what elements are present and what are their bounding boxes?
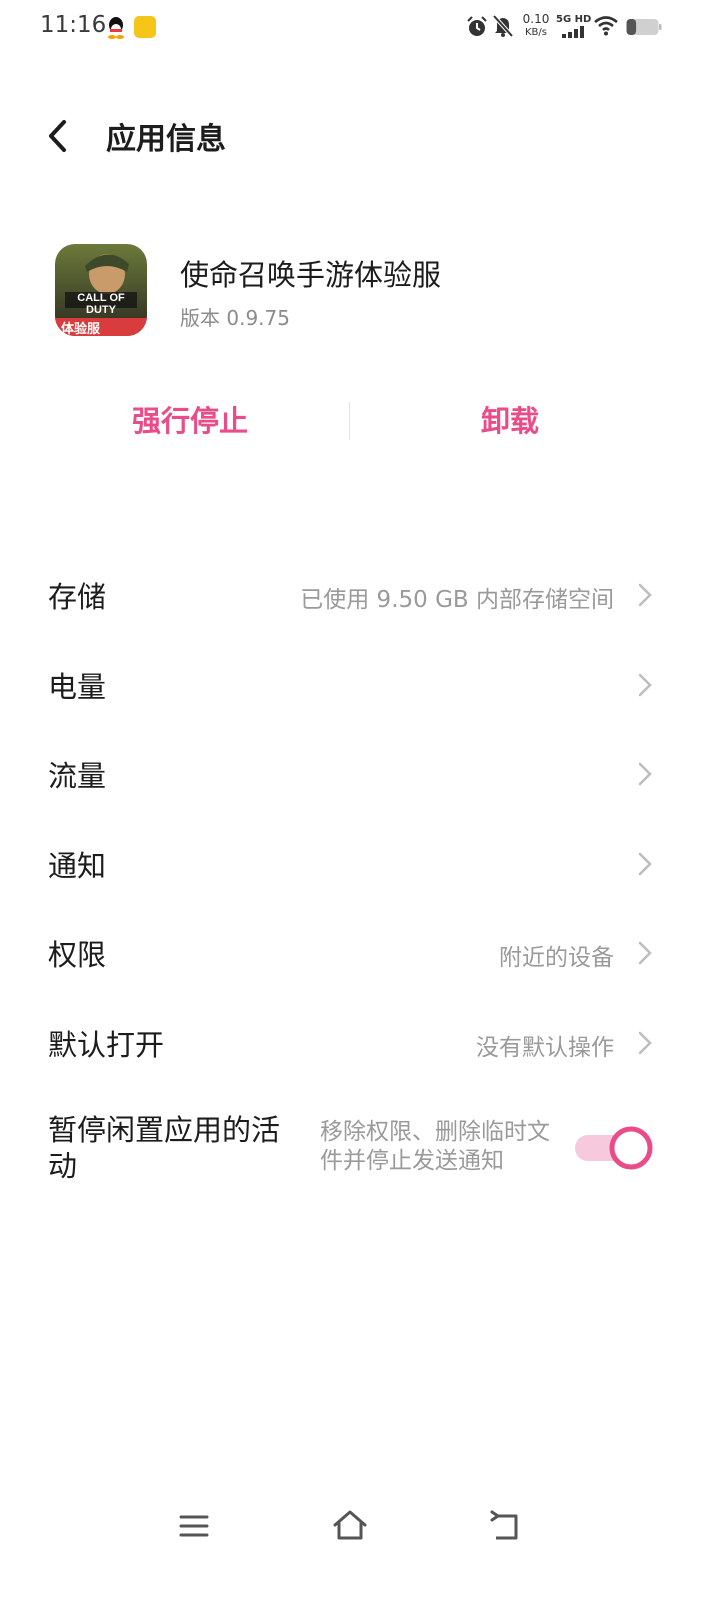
back-arrow-icon[interactable] [44, 118, 74, 154]
network-badge: 5G HD [556, 14, 592, 25]
row-label: 存储 [48, 580, 107, 614]
net-speed-unit: KB/s [525, 27, 547, 38]
chevron-right-icon [638, 673, 652, 697]
pause-idle-label: 暂停闲置应用的活动 [48, 1113, 281, 1183]
uninstall-button[interactable]: 卸载 [350, 396, 670, 446]
status-time: 11:16 [40, 12, 107, 38]
alarm-icon [467, 16, 487, 36]
chevron-right-icon [638, 762, 652, 786]
qq-icon [108, 17, 124, 39]
pause-idle-description: 移除权限、删除临时文件并停止发送通知 [320, 1119, 550, 1174]
row-open-by-default[interactable]: 默认打开 没有默认操作 [0, 1008, 720, 1078]
chevron-right-icon [638, 583, 652, 607]
net-speed-value: 0.10 [522, 12, 550, 26]
row-label: 默认打开 [48, 1028, 165, 1062]
row-data-usage[interactable]: 流量 [0, 739, 720, 809]
row-label: 电量 [48, 670, 107, 704]
app-icon-brand: CALL OF DUTY [77, 292, 125, 316]
row-label: 权限 [48, 938, 107, 972]
row-storage[interactable]: 存储 已使用 9.50 GB 内部存储空间 [0, 560, 720, 630]
mute-bell-icon [492, 14, 514, 38]
row-label: 通知 [48, 849, 107, 883]
row-label: 流量 [48, 759, 107, 793]
row-value: 附近的设备 [499, 945, 614, 971]
row-notifications[interactable]: 通知 [0, 829, 720, 899]
row-battery[interactable]: 电量 [0, 650, 720, 720]
net-speed: 0.10 KB/s [518, 13, 554, 39]
row-value: 已使用 9.50 GB 内部存储空间 [300, 587, 614, 613]
force-stop-button[interactable]: 强行停止 [30, 396, 350, 446]
app-icon-caption: 体验服 [61, 322, 101, 336]
app-icon: CALL OF DUTY 体验服 [55, 244, 147, 336]
page-title: 应用信息 [106, 122, 226, 157]
chevron-right-icon [638, 941, 652, 965]
chevron-right-icon [638, 852, 652, 876]
chevron-right-icon [638, 1031, 652, 1055]
nav-back-icon[interactable] [488, 1510, 522, 1542]
row-permissions[interactable]: 权限 附近的设备 [0, 918, 720, 988]
signal-icon [562, 26, 584, 38]
home-icon[interactable] [332, 1508, 368, 1542]
battery-icon [626, 19, 662, 35]
app-name: 使命召唤手游体验服 [180, 258, 442, 292]
pause-idle-toggle[interactable] [575, 1126, 653, 1170]
wifi-icon [594, 16, 618, 36]
menu-icon[interactable] [178, 1512, 210, 1540]
row-value: 没有默认操作 [476, 1035, 614, 1061]
app-notification-icon [134, 16, 156, 38]
app-version: 版本 0.9.75 [180, 306, 290, 330]
